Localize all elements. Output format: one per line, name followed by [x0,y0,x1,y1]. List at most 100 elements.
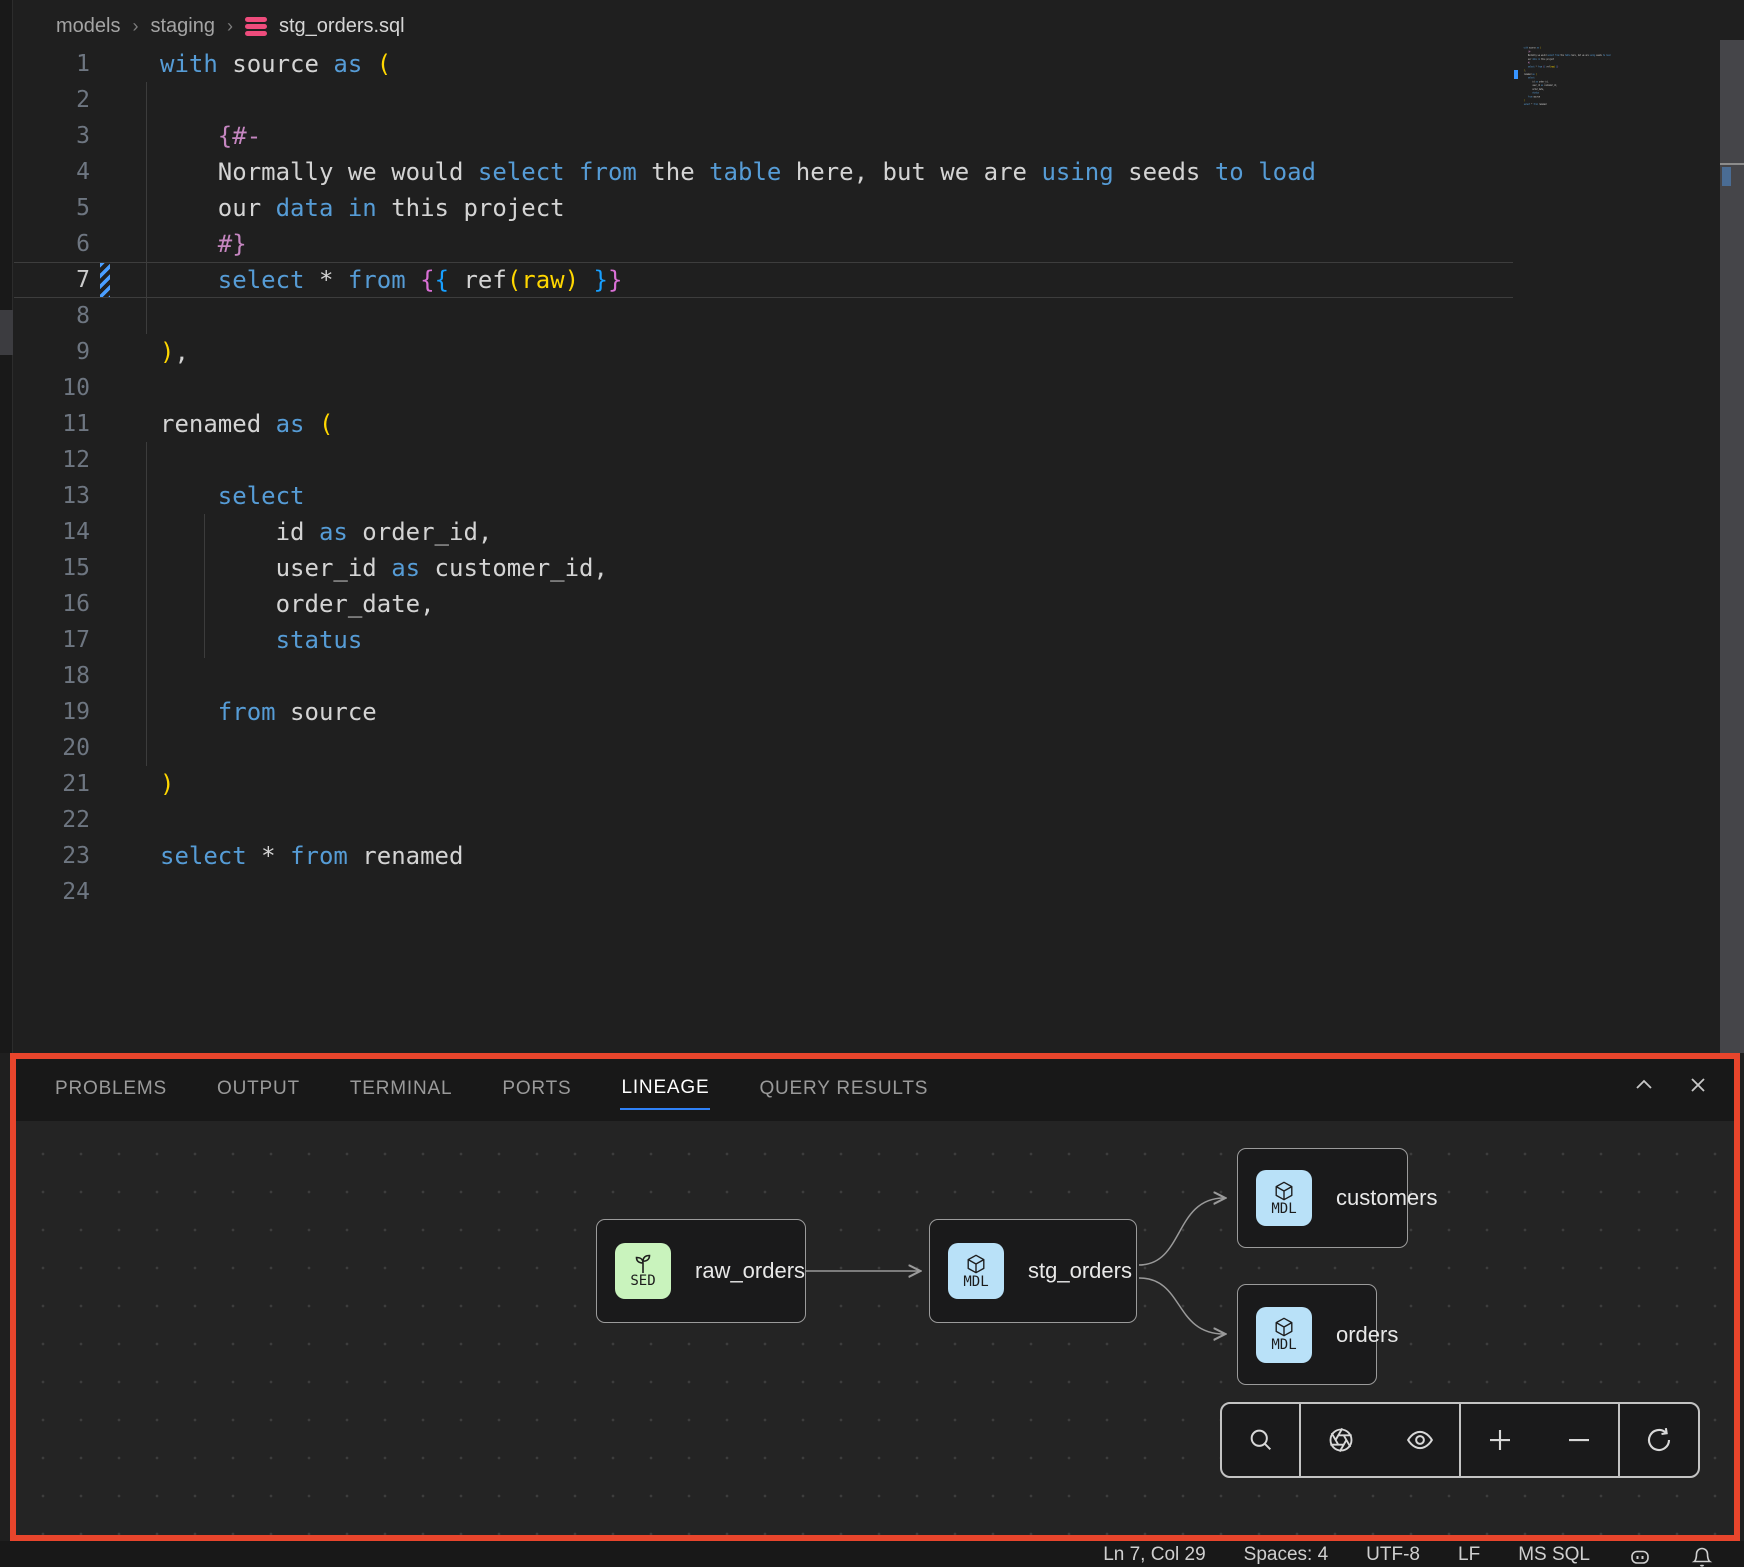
code-line[interactable]: 3 {#- [14,118,1513,154]
status-encoding[interactable]: UTF-8 [1366,1544,1420,1566]
close-panel-button[interactable] [1686,1073,1710,1097]
refresh-button[interactable] [1637,1418,1681,1462]
code-text: from source [124,694,377,730]
code-text: ) [124,766,174,802]
line-number: 12 [14,447,90,473]
breadcrumb-item-staging[interactable]: staging [150,15,215,38]
model-badge: MDL [948,1243,1004,1299]
bell-icon [1690,1545,1714,1567]
breadcrumb-item-file[interactable]: stg_orders.sql [279,15,405,38]
seed-badge: SED [615,1243,671,1299]
badge-label: MDL [963,1274,988,1290]
aperture-button[interactable] [1319,1418,1363,1462]
zoom-in-button[interactable] [1478,1418,1522,1462]
gutter-modified-indicator [90,622,124,658]
code-line[interactable]: 10 [14,370,1513,406]
code-line[interactable]: 6 #} [14,226,1513,262]
code-line[interactable]: 22 [14,802,1513,838]
panel-tab-lineage[interactable]: LINEAGE [620,1071,710,1110]
code-text: select * from renamed [1521,102,1641,106]
code-line[interactable]: 2 [14,82,1513,118]
code-line[interactable]: 4 Normally we would select from the tabl… [14,154,1513,190]
plus-icon [1485,1425,1515,1455]
panel-tab-terminal[interactable]: TERMINAL [349,1072,453,1109]
panel-tab-problems[interactable]: PROBLEMS [54,1072,168,1109]
cube-icon [965,1253,987,1275]
line-number: 3 [14,123,90,149]
code-line[interactable]: 1with source as ( [14,46,1513,82]
code-line[interactable]: 15 user_id as customer_id, [14,550,1513,586]
status-cursor-position[interactable]: Ln 7, Col 29 [1103,1544,1205,1566]
eye-icon [1405,1425,1435,1455]
panel-tab-output[interactable]: OUTPUT [216,1072,301,1109]
panel-tabbar: PROBLEMS OUTPUT TERMINAL PORTS LINEAGE QUERY … [16,1059,1734,1121]
code-line[interactable]: 12 [14,442,1513,478]
minimap[interactable]: with source as ( {#- Normally we would s… [1521,46,1717,186]
code-line[interactable]: 23select * from renamed [14,838,1513,874]
gutter-modified-indicator [90,226,124,262]
lineage-canvas[interactable]: SED raw_orders MDL stg_orders [16,1121,1734,1535]
code-line[interactable]: 5 our data in this project [14,190,1513,226]
model-badge: MDL [1256,1170,1312,1226]
code-line[interactable]: 19 from source [14,694,1513,730]
visibility-button[interactable] [1398,1418,1442,1462]
panel-tab-query-results[interactable]: QUERY RESULTS [758,1072,929,1109]
lineage-node-customers[interactable]: MDL customers [1237,1148,1408,1248]
line-number: 8 [14,303,90,329]
code-line[interactable]: 14 id as order_id, [14,514,1513,550]
gutter-modified-indicator [90,442,124,478]
gutter-modified-indicator [90,82,124,118]
gutter-modified-indicator [90,838,124,874]
gutter-modified-indicator [90,550,124,586]
gutter-modified-indicator [90,298,124,334]
line-number: 9 [14,339,90,365]
indent-guide [204,514,205,658]
panel-tab-ports[interactable]: PORTS [501,1072,572,1109]
lineage-toolbar [1220,1402,1700,1478]
code-editor[interactable]: 1with source as (23 {#-4 Normally we wou… [14,46,1513,910]
code-line[interactable]: 11renamed as ( [14,406,1513,442]
vscode-window: models › staging › stg_orders.sql 1with … [0,0,1744,1567]
badge-label: MDL [1271,1201,1296,1217]
sprout-icon [632,1254,654,1274]
minimap-modified-marker [1514,70,1518,79]
notifications-button[interactable] [1690,1544,1714,1567]
code-line[interactable]: 9), [14,334,1513,370]
breadcrumb-item-models[interactable]: models [56,15,120,38]
status-bar: Ln 7, Col 29 Spaces: 4 UTF-8 LF MS SQL [0,1541,1744,1567]
line-number: 7 [14,267,90,293]
code-line[interactable]: 17 status [14,622,1513,658]
code-line[interactable]: 13 select [14,478,1513,514]
line-number: 4 [14,159,90,185]
editor-scrollbar[interactable] [1720,40,1744,1053]
code-line[interactable]: 16 order_date, [14,586,1513,622]
code-line[interactable]: 18 [14,658,1513,694]
copilot-button[interactable] [1628,1544,1652,1567]
status-eol[interactable]: LF [1458,1544,1480,1566]
line-number: 24 [14,879,90,905]
close-icon [1686,1073,1710,1097]
code-line[interactable]: 7 select * from {{ ref(raw) }} [14,262,1513,298]
code-line[interactable]: 21) [14,766,1513,802]
node-label: stg_orders [1028,1258,1132,1284]
status-indentation[interactable]: Spaces: 4 [1244,1544,1329,1566]
chevron-right-icon: › [132,16,138,37]
indent-guide [146,82,147,334]
collapse-panel-button[interactable] [1632,1073,1656,1097]
code-line[interactable]: 24 [14,874,1513,910]
node-label: raw_orders [695,1258,805,1284]
code-line[interactable]: 8 [14,298,1513,334]
code-line[interactable]: 20 [14,730,1513,766]
status-language-mode[interactable]: MS SQL [1518,1544,1590,1566]
lineage-node-raw-orders[interactable]: SED raw_orders [596,1219,806,1323]
gutter-modified-indicator [90,478,124,514]
indent-guide [146,442,147,766]
line-number: 18 [14,663,90,689]
line-number: 19 [14,699,90,725]
badge-label: SED [630,1273,655,1289]
lineage-node-stg-orders[interactable]: MDL stg_orders [929,1219,1137,1323]
lineage-node-orders[interactable]: MDL orders [1237,1284,1377,1385]
search-button[interactable] [1239,1418,1283,1462]
zoom-out-button[interactable] [1557,1418,1601,1462]
gutter-modified-indicator [90,766,124,802]
